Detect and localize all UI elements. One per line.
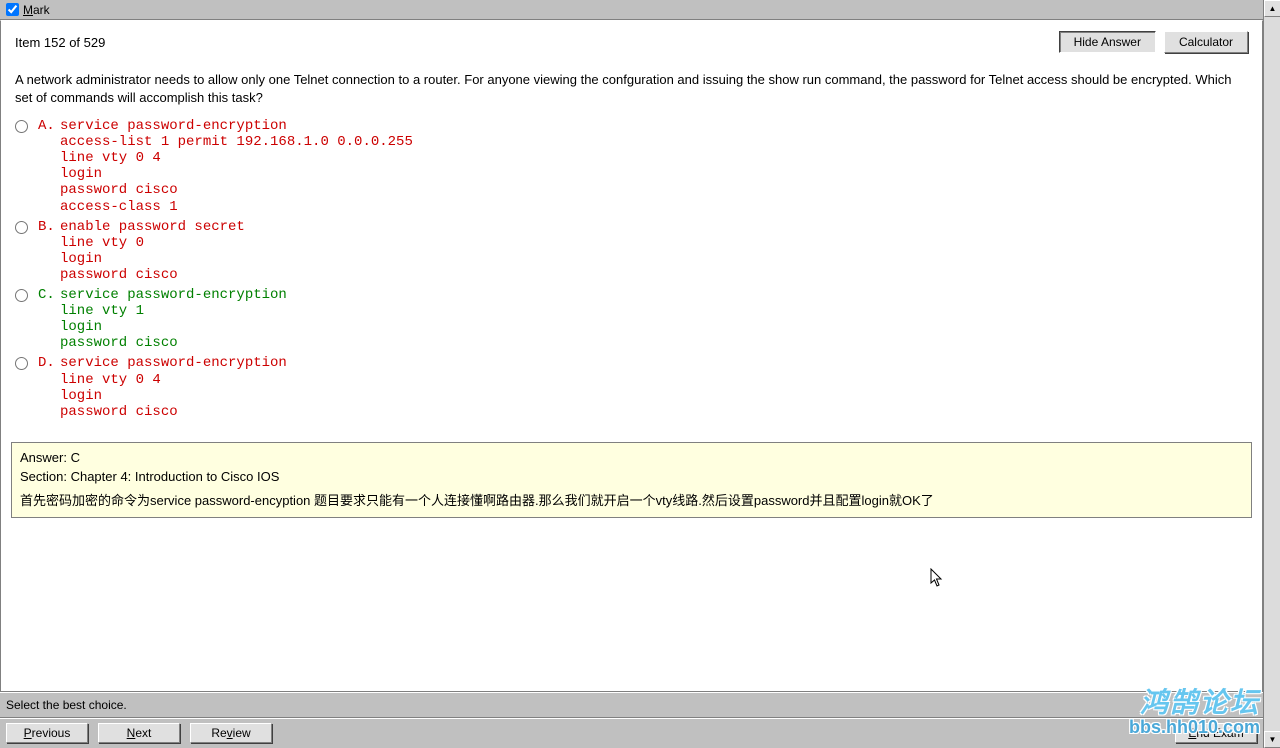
content-area: Item 152 of 529 Hide Answer Calculator A… bbox=[0, 20, 1263, 692]
answer-line: Answer: C bbox=[20, 449, 1243, 468]
scroll-up-arrow-icon[interactable]: ▲ bbox=[1264, 0, 1280, 17]
option-letter: C. bbox=[38, 287, 60, 351]
options-list: A. service password-encryption access-li… bbox=[1, 114, 1262, 432]
option-c-radio[interactable] bbox=[15, 289, 28, 302]
option-body: service password-encryption line vty 0 4… bbox=[60, 355, 287, 419]
review-button[interactable]: Review bbox=[190, 723, 272, 743]
item-counter: Item 152 of 529 bbox=[15, 35, 1059, 50]
end-exam-button[interactable]: End Exam bbox=[1175, 723, 1257, 743]
option-body: enable password secret line vty 0 login … bbox=[60, 219, 245, 283]
calculator-button[interactable]: Calculator bbox=[1164, 31, 1248, 53]
mark-label: Mark bbox=[23, 3, 50, 17]
vertical-scrollbar[interactable]: ▲ ▼ bbox=[1263, 0, 1280, 748]
option-a-radio[interactable] bbox=[15, 120, 28, 133]
option-body: service password-encryption access-list … bbox=[60, 118, 413, 215]
option-d-radio[interactable] bbox=[15, 357, 28, 370]
question-text: A network administrator needs to allow o… bbox=[1, 53, 1262, 114]
next-button[interactable]: Next bbox=[98, 723, 180, 743]
bottom-bar: Previous Next Review End Exam bbox=[0, 718, 1263, 746]
option-c[interactable]: C. service password-encryption line vty … bbox=[15, 287, 1248, 351]
option-b-radio[interactable] bbox=[15, 221, 28, 234]
mark-checkbox[interactable] bbox=[6, 3, 19, 16]
scroll-down-arrow-icon[interactable]: ▼ bbox=[1264, 731, 1280, 748]
option-b[interactable]: B. enable password secret line vty 0 log… bbox=[15, 219, 1248, 283]
option-letter: A. bbox=[38, 118, 60, 215]
previous-button[interactable]: Previous bbox=[6, 723, 88, 743]
answer-section: Section: Chapter 4: Introduction to Cisc… bbox=[20, 468, 1243, 487]
instruction-bar: Select the best choice. bbox=[0, 692, 1263, 718]
option-body: service password-encryption line vty 1 l… bbox=[60, 287, 287, 351]
mark-bar: Mark bbox=[0, 0, 1263, 20]
option-letter: D. bbox=[38, 355, 60, 419]
option-letter: B. bbox=[38, 219, 60, 283]
option-d[interactable]: D. service password-encryption line vty … bbox=[15, 355, 1248, 419]
hide-answer-button[interactable]: Hide Answer bbox=[1059, 31, 1156, 53]
option-a[interactable]: A. service password-encryption access-li… bbox=[15, 118, 1248, 215]
answer-explanation: 首先密码加密的命令为service password-encyption 题目要… bbox=[20, 492, 1243, 511]
answer-box: Answer: C Section: Chapter 4: Introducti… bbox=[11, 442, 1252, 519]
